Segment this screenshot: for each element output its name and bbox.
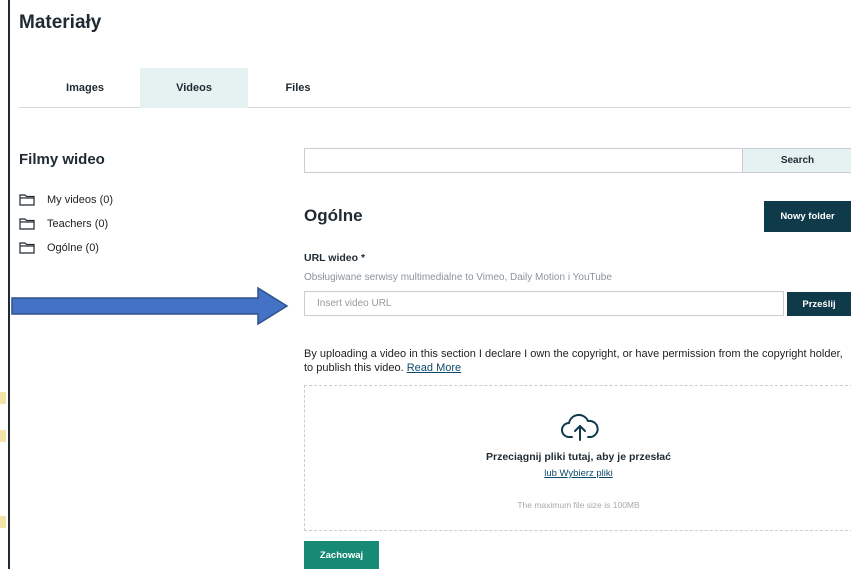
video-url-input[interactable]: [304, 291, 784, 316]
section-title: Ogólne: [304, 206, 363, 225]
sidebar-item-label: Teachers (0): [47, 218, 109, 230]
tab-files[interactable]: Files: [248, 68, 348, 108]
copyright-declaration: By uploading a video in this section I d…: [304, 347, 844, 375]
search-button[interactable]: Search: [742, 149, 851, 172]
folder-list: My videos (0) Teachers (0) Ogólne (0): [19, 188, 113, 260]
folder-icon: [19, 218, 35, 230]
dropzone-title: Przeciągnij pliki tutaj, aby je przesłać: [486, 451, 671, 463]
search-input[interactable]: [305, 149, 742, 172]
sidebar-item-my-videos[interactable]: My videos (0): [19, 188, 113, 212]
sidebar-title: Filmy wideo: [19, 151, 105, 168]
choose-files-link[interactable]: lub Wybierz pliki: [305, 468, 851, 479]
cloud-upload-icon: [561, 413, 599, 441]
search-box: Search: [304, 148, 851, 173]
url-help-text: Obsługiwane serwisy multimedialne to Vim…: [304, 272, 612, 283]
url-label: URL wideo *: [304, 252, 366, 264]
folder-icon: [19, 194, 35, 206]
sidebar-item-teachers[interactable]: Teachers (0): [19, 212, 113, 236]
sidebar-item-ogolne[interactable]: Ogólne (0): [19, 236, 113, 260]
edge-artifact: [0, 392, 6, 404]
max-file-size-note: The maximum file size is 100MB: [517, 500, 640, 510]
declaration-text: By uploading a video in this section I d…: [304, 348, 843, 374]
submit-url-button[interactable]: Prześlij: [787, 292, 851, 316]
tab-bar: Images Videos Files: [19, 68, 851, 108]
tab-videos[interactable]: Videos: [140, 68, 248, 108]
page-title: Materiały: [19, 12, 102, 33]
edge-artifact: [0, 516, 6, 528]
tab-images[interactable]: Images: [30, 68, 140, 108]
file-dropzone[interactable]: Przeciągnij pliki tutaj, aby je przesłać…: [304, 385, 851, 531]
sidebar-item-label: My videos (0): [47, 194, 114, 206]
sidebar-item-label: Ogólne (0): [47, 242, 99, 254]
edge-artifact: [0, 430, 6, 442]
new-folder-button[interactable]: Nowy folder: [764, 201, 851, 232]
annotation-arrow-icon: [11, 286, 289, 326]
folder-icon: [19, 242, 35, 254]
read-more-link[interactable]: Read More: [407, 362, 461, 374]
save-button[interactable]: Zachowaj: [304, 541, 379, 569]
